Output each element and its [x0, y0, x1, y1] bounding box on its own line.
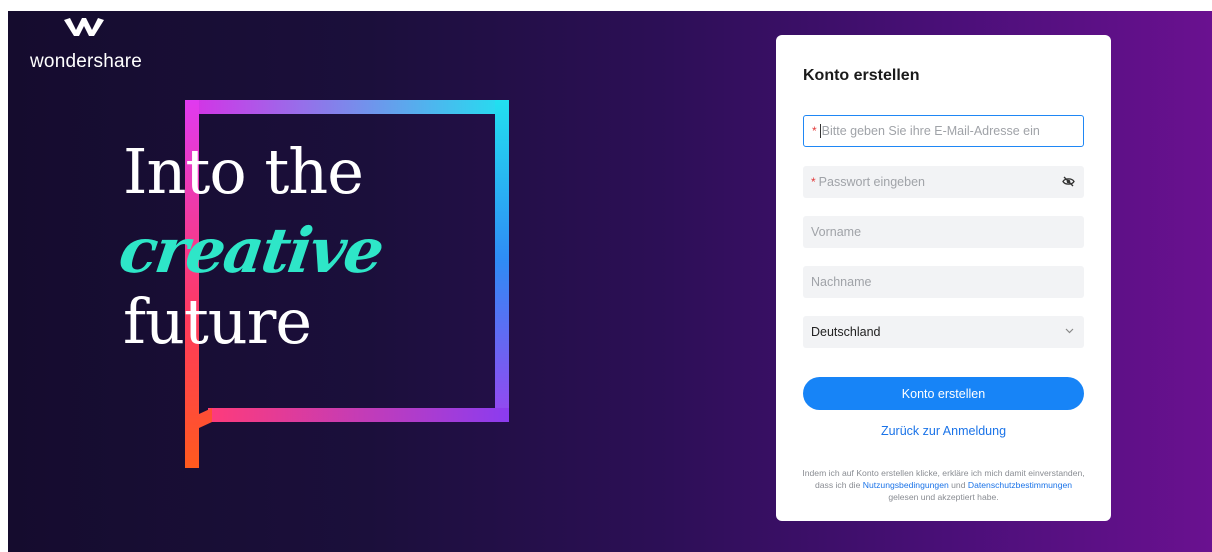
email-field[interactable]: * Bitte geben Sie ihre E-Mail-Adresse ei…	[803, 115, 1084, 147]
hero-title-line1: Into the	[123, 135, 364, 208]
brand-name: wondershare	[30, 51, 143, 72]
hero-title-line2: creative	[114, 214, 387, 287]
wondershare-logo-icon	[64, 18, 104, 36]
last-name-field[interactable]: Nachname	[803, 266, 1084, 298]
legal-notice: Indem ich auf Konto erstellen klicke, er…	[800, 467, 1087, 503]
legal-text-part3: gelesen und akzeptiert habe.	[888, 492, 999, 502]
form-title: Konto erstellen	[803, 67, 920, 84]
email-placeholder: Bitte geben Sie ihre E-Mail-Adresse ein	[821, 124, 1040, 138]
text-cursor	[819, 124, 821, 138]
back-to-login-link[interactable]: Zurück zur Anmeldung	[776, 424, 1111, 438]
legal-text-part2: und	[948, 480, 968, 490]
last-name-placeholder: Nachname	[811, 275, 872, 289]
password-field[interactable]: * Passwort eingeben	[803, 166, 1084, 198]
create-account-button[interactable]: Konto erstellen	[803, 377, 1084, 410]
required-marker: *	[811, 175, 816, 189]
terms-link[interactable]: Nutzungsbedingungen	[863, 480, 949, 490]
password-placeholder: Passwort eingeben	[818, 175, 925, 189]
chevron-down-icon	[1065, 328, 1074, 334]
country-select[interactable]: Deutschland	[803, 316, 1084, 348]
hero-title-line3: future	[123, 285, 312, 358]
required-marker: *	[812, 124, 817, 138]
privacy-link[interactable]: Datenschutzbestimmungen	[968, 480, 1072, 490]
country-selected-value: Deutschland	[811, 325, 881, 339]
signup-card: Konto erstellen * Bitte geben Sie ihre E…	[776, 35, 1111, 521]
first-name-field[interactable]: Vorname	[803, 216, 1084, 248]
wondershare-logo: wondershare	[30, 18, 150, 78]
eye-off-icon[interactable]	[1062, 176, 1075, 187]
first-name-placeholder: Vorname	[811, 225, 862, 239]
